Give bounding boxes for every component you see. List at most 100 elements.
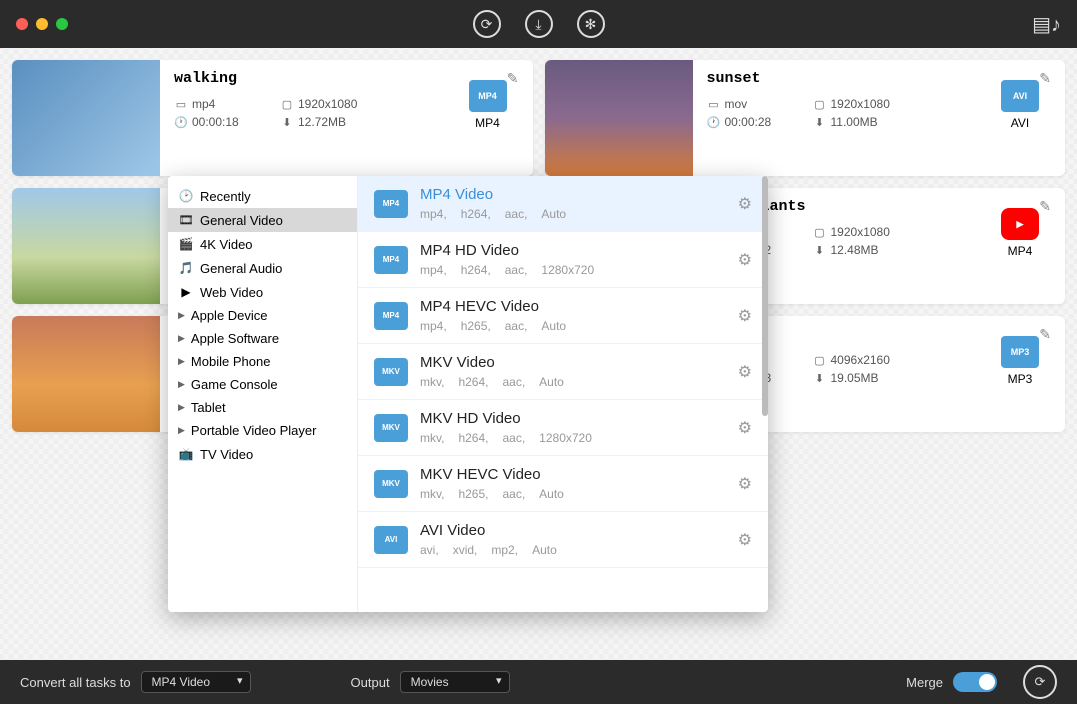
category-label: Apple Device [191,308,268,323]
format-type-icon: MKV [374,470,408,498]
toolbox-tab-icon[interactable]: ✻ [577,10,605,38]
category-item[interactable]: ▶ Portable Video Player [168,419,357,442]
category-item[interactable]: ▶ Mobile Phone [168,350,357,373]
target-format[interactable]: MP4 MP4 [463,80,513,130]
category-item[interactable]: 📺 TV Video [168,442,357,466]
category-item[interactable]: 🎬 4K Video [168,232,357,256]
format-option[interactable]: AVI AVI Video avi,xvid,mp2,Auto ⚙ [358,512,768,568]
chevron-right-icon: ▶ [178,425,185,436]
gear-icon[interactable]: ⚙ [738,418,752,438]
filesize-icon: ⬇ [813,371,827,385]
window-controls [16,18,68,30]
merge-toggle[interactable] [953,672,997,692]
duration-icon: 🕐 [707,115,721,129]
format-meta: mkv,h264,aac,1280x720 [420,431,726,445]
chevron-right-icon: ▶ [178,402,185,413]
scrollbar[interactable] [762,176,768,416]
convert-tab-icon[interactable]: ⟳ [473,10,501,38]
category-icon: 📺 [178,446,194,462]
format-selector-popup: 🕑 Recently 🎞 General Video 🎬 4K Video 🎵 … [168,176,768,612]
target-format-label: MP4 [995,244,1045,258]
category-item[interactable]: ▶ Web Video [168,280,357,304]
format-icon: ▭ [174,97,188,111]
format-meta: mp4,h265,aac,Auto [420,319,726,333]
category-item[interactable]: 🎞 General Video [168,208,357,232]
format-option[interactable]: MP4 MP4 HD Video mp4,h264,aac,1280x720 ⚙ [358,232,768,288]
category-label: General Audio [200,261,282,276]
merge-label: Merge [906,675,943,690]
chevron-right-icon: ▶ [178,379,185,390]
output-folder-select[interactable]: Movies [400,671,510,693]
format-option[interactable]: MKV MKV HEVC Video mkv,h265,aac,Auto ⚙ [358,456,768,512]
format-list: MP4 MP4 Video mp4,h264,aac,Auto ⚙ MP4 MP… [358,176,768,612]
video-resolution: 1920x1080 [298,97,357,111]
category-label: Mobile Phone [191,354,271,369]
edit-icon[interactable]: ✎ [507,70,519,87]
video-filesize: 12.72MB [298,115,346,129]
media-library-icon[interactable]: ▤♪ [1032,12,1061,37]
gear-icon[interactable]: ⚙ [738,194,752,214]
duration-icon: 🕐 [174,115,188,129]
category-icon: ▶ [178,284,194,300]
video-card[interactable]: sunset ▭mov ▢1920x1080 🕐00:00:28 ⬇11.00M… [545,60,1066,176]
target-format[interactable]: ▶ MP4 [995,208,1045,258]
gear-icon[interactable]: ⚙ [738,530,752,550]
video-duration: 00:00:18 [192,115,239,129]
format-meta: mkv,h265,aac,Auto [420,487,726,501]
video-thumbnail [12,188,160,304]
video-filesize: 11.00MB [831,115,878,129]
target-format-label: MP4 [463,116,513,130]
convert-all-label: Convert all tasks to [20,675,131,690]
video-thumbnail [12,316,160,432]
format-title: MKV HEVC Video [420,466,726,483]
category-item[interactable]: ▶ Game Console [168,373,357,396]
minimize-window-button[interactable] [36,18,48,30]
output-label: Output [351,675,390,690]
format-title: AVI Video [420,522,726,539]
gear-icon[interactable]: ⚙ [738,474,752,494]
gear-icon[interactable]: ⚙ [738,306,752,326]
filesize-icon: ⬇ [280,115,294,129]
category-item[interactable]: ▶ Apple Software [168,327,357,350]
gear-icon[interactable]: ⚙ [738,362,752,382]
category-item[interactable]: ▶ Apple Device [168,304,357,327]
format-title: MKV Video [420,354,726,371]
video-filesize: 12.48MB [831,243,879,257]
close-window-button[interactable] [16,18,28,30]
video-card[interactable]: walking ▭mp4 ▢1920x1080 🕐00:00:18 ⬇12.72… [12,60,533,176]
resolution-icon: ▢ [280,97,294,111]
target-format[interactable]: MP3 MP3 [995,336,1045,386]
resolution-icon: ▢ [813,353,827,367]
category-item[interactable]: ▶ Tablet [168,396,357,419]
format-option[interactable]: MKV MKV HD Video mkv,h264,aac,1280x720 ⚙ [358,400,768,456]
category-icon: 🎞 [178,212,194,228]
target-format-label: AVI [995,116,1045,130]
category-label: General Video [200,213,283,228]
convert-all-format-select[interactable]: MP4 Video [141,671,251,693]
chevron-right-icon: ▶ [178,356,185,367]
edit-icon[interactable]: ✎ [1039,326,1051,343]
category-icon: 🎬 [178,236,194,252]
format-type-icon: MP4 [374,190,408,218]
format-option[interactable]: MKV MKV Video mkv,h264,aac,Auto ⚙ [358,344,768,400]
format-option[interactable]: MP4 MP4 HEVC Video mp4,h265,aac,Auto ⚙ [358,288,768,344]
edit-icon[interactable]: ✎ [1039,70,1051,87]
video-filesize: 19.05MB [831,371,879,385]
start-convert-button[interactable]: ⟳ [1023,665,1057,699]
format-meta: mp4,h264,aac,1280x720 [420,263,726,277]
video-thumbnail [545,60,693,176]
target-format[interactable]: AVI AVI [995,80,1045,130]
category-item[interactable]: 🕑 Recently [168,184,357,208]
mode-tabs: ⟳ ⤓ ✻ [473,10,605,38]
edit-icon[interactable]: ✎ [1039,198,1051,215]
category-label: Recently [200,189,251,204]
download-tab-icon[interactable]: ⤓ [525,10,553,38]
gear-icon[interactable]: ⚙ [738,250,752,270]
category-label: 4K Video [200,237,253,252]
format-meta: mp4,h264,aac,Auto [420,207,726,221]
maximize-window-button[interactable] [56,18,68,30]
category-item[interactable]: 🎵 General Audio [168,256,357,280]
format-option[interactable]: MP4 MP4 Video mp4,h264,aac,Auto ⚙ [358,176,768,232]
format-icon: ▭ [707,97,721,111]
format-type-icon: MKV [374,358,408,386]
